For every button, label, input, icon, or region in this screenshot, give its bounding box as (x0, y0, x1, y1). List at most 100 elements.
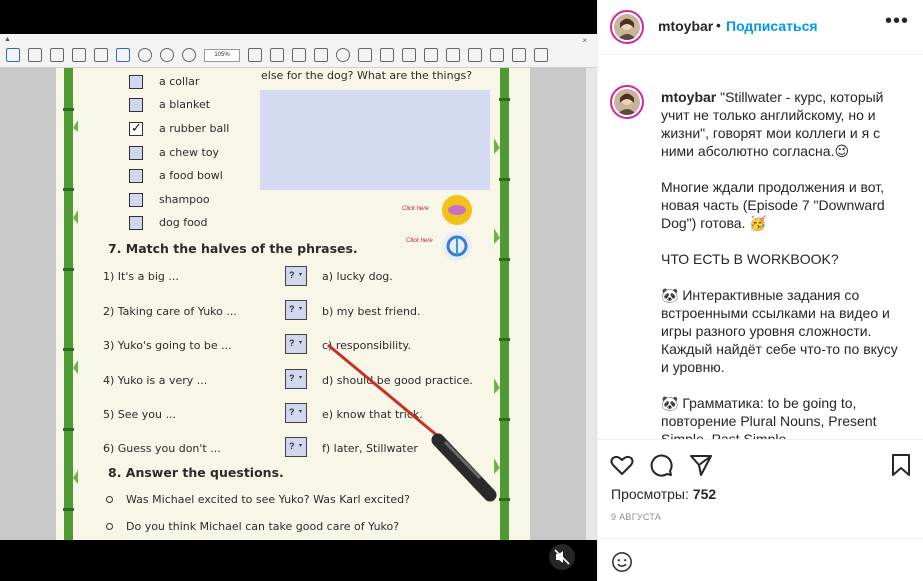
checklist-label: a collar (159, 75, 200, 88)
pdf-toolbar: ▲ × 105% (0, 34, 597, 68)
answer-dropdown-3[interactable]: ? ▾ (285, 334, 307, 354)
phrase-left: 3) Yuko's going to be ... (103, 339, 232, 352)
checkbox-collar[interactable] (129, 75, 143, 89)
click-here-hint: Click here (406, 238, 433, 244)
post-video[interactable]: ▲ × 105% else for the dog? What are the … (0, 0, 597, 581)
phrase-left: 2) Taking care of Yuko ... (103, 305, 237, 318)
question-text: Do you think Michael can take good care … (126, 520, 400, 533)
separator-dot: • (716, 17, 721, 33)
game-link-icon[interactable] (442, 195, 472, 225)
comment-row (598, 538, 923, 581)
checklist-label: shampoo (159, 193, 210, 206)
document-icon[interactable] (50, 48, 64, 62)
crop-icon[interactable] (314, 48, 328, 62)
text-tool-icon[interactable] (380, 48, 394, 62)
share-icon[interactable] (688, 452, 714, 478)
phrase-right: d) should be good practice. (322, 374, 473, 387)
phrase-left: 6) Guess you don't ... (103, 442, 221, 455)
chevron-down-icon: ▾ (299, 409, 303, 415)
fit-width-icon[interactable] (270, 48, 284, 62)
answer-dropdown-1[interactable]: ? ▾ (285, 266, 307, 286)
comment-tool-icon[interactable] (336, 48, 350, 62)
chevron-down-icon: ▾ (299, 443, 303, 449)
caption-text: mtoybar "Stillwater - курс, который учит… (661, 88, 901, 439)
checkbox-chew-toy[interactable] (129, 146, 143, 160)
answer-dropdown-4[interactable]: ? ▾ (285, 369, 307, 389)
checkbox-dog-food[interactable] (129, 216, 143, 230)
bamboo-left-decoration (63, 68, 78, 540)
caption-paragraph: 🐼 Интерактивные задания со встроенными с… (661, 287, 898, 375)
chevron-down-icon: ▾ (299, 272, 303, 278)
checkbox-blanket[interactable] (129, 98, 143, 112)
eraser-icon[interactable] (468, 48, 482, 62)
caption-paragraph: Многие ждали продолжения и вот, новая ча… (661, 179, 885, 231)
answer-dropdown-6[interactable]: ? ▾ (285, 437, 307, 457)
bamboo-right-decoration (494, 68, 510, 540)
select-cursor-icon[interactable] (116, 48, 130, 62)
fit-page-icon[interactable] (248, 48, 262, 62)
answer-dropdown-2[interactable]: ? ▾ (285, 300, 307, 320)
checklist-label: a blanket (159, 98, 211, 111)
collapse-arrow-icon[interactable]: ▲ (4, 36, 11, 43)
bullet-circle-icon (106, 496, 113, 503)
post-actions: Просмотры: 752 9 АВГУСТА (598, 439, 923, 581)
viewer-scrollbar[interactable] (586, 68, 597, 540)
zoom-in-icon[interactable] (182, 48, 196, 62)
zoom-out-icon[interactable] (160, 48, 174, 62)
shapes-icon[interactable] (512, 48, 526, 62)
checkbox-rubber-ball[interactable]: ✓ (129, 120, 143, 136)
more-options-icon[interactable]: ••• (885, 10, 909, 33)
highlight-icon[interactable] (358, 48, 372, 62)
rotate-icon[interactable] (292, 48, 306, 62)
print-icon[interactable] (28, 48, 42, 62)
comment-input[interactable] (648, 553, 898, 569)
phrase-left: 1) It's a big ... (103, 270, 179, 283)
caption-paragraph: ЧТО ЕСТЬ В WORKBOOK? (661, 251, 839, 267)
section-7-title: 7. Match the halves of the phrases. (108, 241, 358, 256)
question-text: Was Michael excited to see Yuko? Was Kar… (126, 493, 410, 506)
follow-button[interactable]: Подписаться (726, 18, 818, 34)
copy-icon[interactable] (72, 48, 86, 62)
header-username[interactable]: mtoybar (658, 18, 713, 34)
chevron-down-icon: ▾ (299, 375, 303, 381)
toolbar-close-icon[interactable]: × (582, 36, 587, 45)
heart-icon[interactable] (609, 452, 635, 478)
phrase-left: 4) Yuko is a very ... (103, 374, 208, 387)
zoom-level[interactable]: 105% (204, 48, 240, 62)
phrase-right: b) my best friend. (322, 305, 421, 318)
bookmark-icon[interactable] (888, 452, 914, 478)
click-here-hint: Click here (402, 206, 429, 212)
link-tool-icon[interactable] (402, 48, 416, 62)
phrase-right: e) know that trick. (322, 408, 423, 421)
save-icon[interactable] (94, 48, 108, 62)
checkbox-shampoo[interactable] (129, 193, 143, 207)
caption-username[interactable]: mtoybar (661, 89, 716, 105)
image-tool-icon[interactable] (424, 48, 438, 62)
checklist-label: a food bowl (159, 169, 223, 182)
speaker-muted-icon (554, 549, 570, 565)
comment-icon[interactable] (648, 452, 674, 478)
checklist-label: a rubber ball (159, 122, 230, 135)
mute-button[interactable] (549, 544, 575, 570)
answer-text-area[interactable] (260, 90, 490, 190)
checkbox-food-bowl[interactable] (129, 169, 143, 183)
emoji-icon[interactable] (611, 551, 633, 573)
post-date[interactable]: 9 АВГУСТА (611, 512, 661, 522)
avatar[interactable] (610, 10, 644, 44)
checkmark-icon: ✓ (131, 120, 142, 135)
checklist-label: dog food (159, 216, 208, 229)
chevron-down-icon: ▾ (299, 340, 303, 346)
section-8-title: 8. Answer the questions. (108, 465, 284, 480)
answer-dropdown-5[interactable]: ? ▾ (285, 403, 307, 423)
hand-tool-icon[interactable] (138, 48, 152, 62)
pen-tool-icon[interactable] (446, 48, 460, 62)
brain-link-icon[interactable] (442, 231, 472, 261)
phrase-right: c) responsibility. (322, 339, 411, 352)
views-count[interactable]: Просмотры: 752 (611, 486, 716, 502)
sidebar-toggle-icon[interactable] (534, 48, 548, 62)
post-caption: mtoybar "Stillwater - курс, который учит… (598, 55, 923, 439)
page-icon[interactable] (6, 48, 20, 62)
caption-avatar[interactable] (610, 85, 644, 119)
stamp-icon[interactable] (490, 48, 504, 62)
post-header: mtoybar • Подписаться ••• (598, 0, 923, 55)
